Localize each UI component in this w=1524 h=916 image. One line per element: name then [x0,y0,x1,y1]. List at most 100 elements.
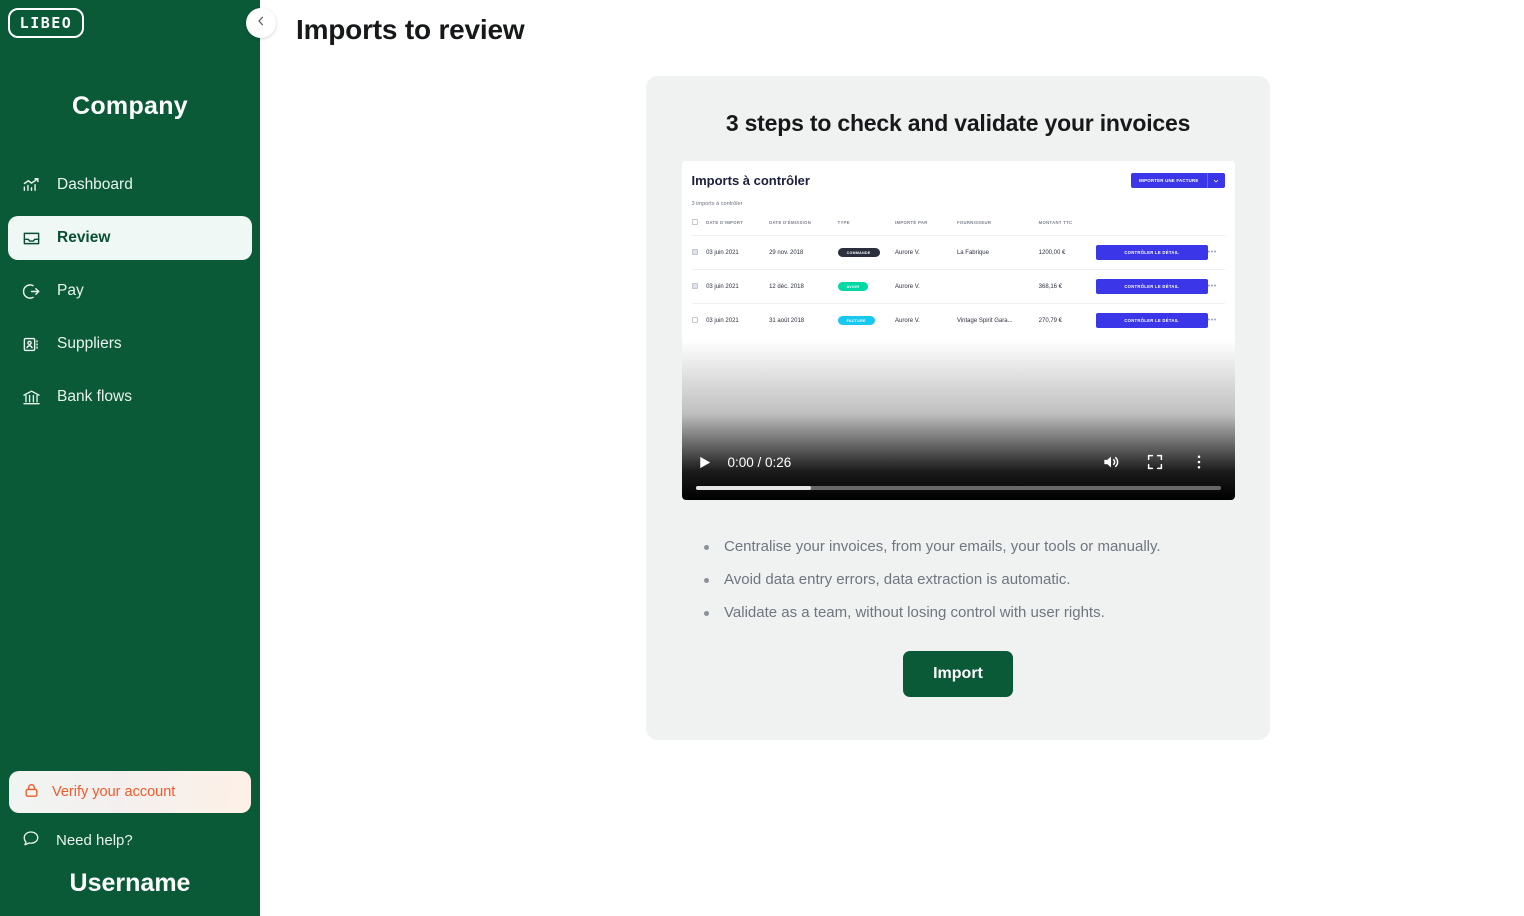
app-root: LIBEO Company Dashboard Review Pay Suppl… [0,0,1524,916]
poster-subtitle: 3 imports à contrôler [691,201,743,207]
need-help-link[interactable]: Need help? [0,823,260,857]
type-badge: AVOIR [837,282,869,291]
select-all-checkbox [691,219,698,225]
libeo-logo[interactable]: LIBEO [8,8,84,38]
cell-row-menu: ••• [1207,235,1225,270]
ellipsis-icon: ••• [1207,317,1217,324]
type-badge: FACTURE [837,316,875,325]
cell-date-emission: 31 août 2018 [769,303,838,337]
chevron-down-icon [1206,173,1225,188]
table-header-row: DATE D'IMPORT DATE D'ÉMISSION TYPE IMPOR… [691,219,1225,236]
arrow-out-circle-icon [22,282,41,301]
video-controls-row: 0:00 / 0:26 [682,444,1235,480]
verify-account-banner[interactable]: Verify your account [9,771,251,813]
cell-date-emission: 29 nov. 2018 [769,235,838,270]
cell-action: CONTRÔLER LE DÉTAIL [1095,269,1208,304]
sidebar-item-label: Dashboard [57,176,133,193]
row-select-cell [691,269,707,304]
sidebar-nav: Dashboard Review Pay Suppliers Bank flow… [0,163,260,428]
select-all-header [691,219,707,236]
cell-type: FACTURE [837,303,896,337]
check-detail-button: CONTRÔLER LE DÉTAIL [1095,313,1208,328]
cell-imported-by: Aurore V. [895,269,957,304]
poster-header: Imports à contrôler IMPORTER UNE FACTURE [692,173,1225,188]
cell-row-menu: ••• [1207,269,1225,304]
play-icon[interactable] [696,454,722,471]
column-header-actions [1096,219,1208,236]
video-player[interactable]: Imports à contrôler IMPORTER UNE FACTURE… [681,161,1235,500]
chevron-left-icon [254,14,268,33]
column-header-menu [1208,219,1225,236]
sidebar-item-dashboard[interactable]: Dashboard [8,163,252,207]
row-checkbox [691,282,698,289]
cell-amount: 368,16 € [1038,269,1096,304]
type-badge: COMMANDE [837,248,880,257]
lock-icon [23,782,40,803]
sidebar-item-label: Bank flows [57,388,132,405]
ellipsis-icon: ••• [1207,283,1217,290]
check-detail-button: CONTRÔLER LE DÉTAIL [1095,245,1208,260]
cell-supplier: Vintage Spirit Gara... [956,303,1039,337]
contact-card-icon [22,335,41,354]
inbox-tray-icon [22,229,41,248]
sidebar-item-label: Review [57,229,111,246]
company-name: Company [71,92,188,120]
column-header: TYPE [837,220,850,225]
sidebar-item-label: Suppliers [57,335,122,352]
video-time-display: 0:00 / 0:26 [727,454,792,470]
poster-title: Imports à contrôler [691,173,810,188]
cell-action: CONTRÔLER LE DÉTAIL [1095,235,1208,270]
table-row: 03 juin 2021 12 déc. 2018 AVOIR Aurore V… [691,269,1225,304]
cell-imported-by: Aurore V. [895,303,957,337]
column-header: MONTANT TTC [1038,220,1073,225]
cell-row-menu: ••• [1207,303,1225,337]
benefits-list: Centralise your invoices, from your emai… [702,538,1270,621]
ellipsis-icon: ••• [1207,249,1217,256]
cell-type: COMMANDE [837,235,896,270]
chat-bubble-icon [22,829,40,851]
analytics-icon [22,176,41,195]
cell-date-emission: 12 déc. 2018 [769,269,838,304]
import-button[interactable]: Import [903,651,1013,697]
sidebar-item-review[interactable]: Review [8,216,252,260]
sidebar: LIBEO Company Dashboard Review Pay Suppl… [0,0,276,916]
poster-import-invoice-label: IMPORTER UNE FACTURE [1130,173,1207,188]
cell-type: AVOIR [837,269,896,304]
check-detail-button: CONTRÔLER LE DÉTAIL [1095,279,1208,294]
list-item: Validate as a team, without losing contr… [702,604,1270,621]
more-vertical-icon[interactable] [1177,453,1221,471]
onboarding-card: 3 steps to check and validate your invoi… [646,76,1270,740]
verify-account-label: Verify your account [52,784,176,800]
cell-date-import: 03 juin 2021 [706,303,770,337]
row-select-cell [691,303,707,337]
volume-icon[interactable] [1089,452,1133,472]
column-header: DATE D'IMPORT [706,220,744,225]
column-header: FOURNISSEUR [956,220,992,225]
video-progress-bar[interactable] [695,486,1221,490]
fullscreen-icon[interactable] [1133,453,1177,471]
sidebar-item-bank-flows[interactable]: Bank flows [8,375,252,419]
row-checkbox [691,248,698,255]
row-select-cell [691,235,707,270]
row-checkbox [691,316,698,323]
cell-date-import: 03 juin 2021 [706,269,770,304]
poster-invoice-table: DATE D'IMPORT DATE D'ÉMISSION TYPE IMPOR… [691,219,1225,337]
page-title: Imports to review [296,14,525,45]
card-title: 3 steps to check and validate your invoi… [725,110,1191,136]
cell-amount: 1200,00 € [1038,235,1096,270]
cell-supplier [956,269,1039,304]
sidebar-item-pay[interactable]: Pay [8,269,252,313]
import-button-wrapper: Import [646,651,1270,697]
sidebar-item-suppliers[interactable]: Suppliers [8,322,252,366]
need-help-label: Need help? [56,831,133,849]
cell-date-import: 03 juin 2021 [706,235,770,270]
column-header: IMPORTÉ PAR [895,220,928,225]
username-label[interactable]: Username [0,869,260,916]
list-item: Avoid data entry errors, data extraction… [702,571,1270,588]
list-item: Centralise your invoices, from your emai… [702,538,1270,555]
table-row: 03 juin 2021 31 août 2018 FACTURE Aurore… [691,303,1225,337]
sidebar-item-label: Pay [57,282,84,299]
cell-supplier: La Fabrique [956,235,1039,270]
sidebar-collapse-button[interactable] [246,8,276,38]
